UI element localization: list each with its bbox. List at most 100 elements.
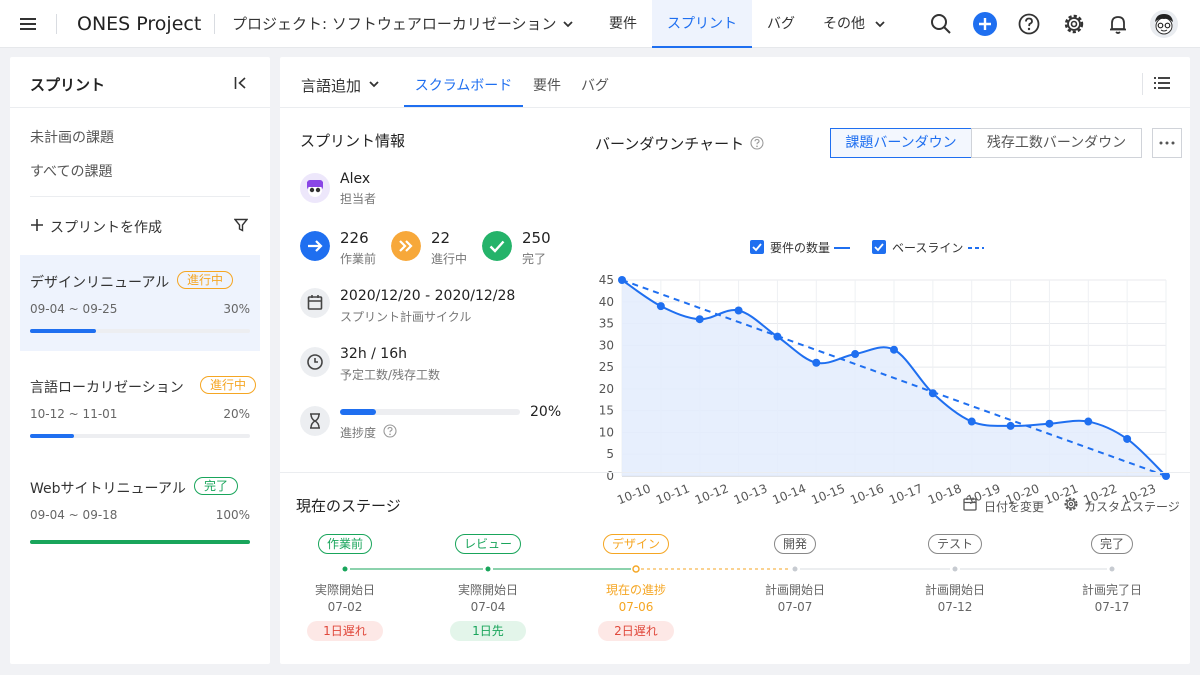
stage-title: 現在のステージ (296, 497, 401, 515)
sprint-name: 言語ローカリゼーション (30, 380, 184, 396)
stat-label-done: 完了 (522, 252, 547, 266)
stage-date-label: 現在の進捗 (605, 583, 667, 597)
chevron-down-icon[interactable] (368, 78, 380, 90)
status-badge: 進行中 (177, 271, 234, 289)
create-sprint-button[interactable]: スプリントを作成 (50, 217, 162, 237)
sidebar-item-unplanned[interactable]: 未計画の課題 (30, 127, 114, 147)
y-tick-label: 40 (599, 295, 614, 309)
y-tick-label: 10 (599, 425, 614, 439)
y-tick-label: 45 (599, 273, 614, 287)
stage-date-label: 計画開始日 (924, 583, 986, 597)
sprint-card-localization[interactable]: 言語ローカリゼーション 進行中 10-12 ~ 11-01 20% (20, 360, 260, 456)
search-icon[interactable] (930, 13, 952, 35)
y-tick-label: 15 (599, 404, 614, 418)
custom-stage-button[interactable]: カスタムステージ (1084, 498, 1180, 515)
data-point (890, 345, 898, 354)
language-dropdown[interactable]: 言語追加 (301, 75, 361, 96)
sprint-percent: 20% (223, 407, 250, 421)
chevron-down-icon[interactable] (562, 18, 574, 30)
overall-progress-bar (340, 409, 520, 415)
sprint-progress (30, 329, 250, 333)
sprint-info-title: スプリント情報 (300, 132, 406, 150)
legend-checkbox (750, 240, 764, 254)
stage-tag[interactable]: テスト (927, 534, 983, 554)
stat-label-todo: 作業前 (340, 252, 377, 266)
x-tick-label: 10-10 (615, 481, 653, 507)
tab-bugs[interactable]: バグ (581, 75, 609, 95)
stat-label-inprogress: 進行中 (431, 252, 468, 266)
stage-dot (952, 566, 958, 572)
chevron-down-icon[interactable] (874, 18, 886, 30)
calendar-icon (300, 288, 330, 318)
stage-tag[interactable]: 開発 (773, 534, 817, 554)
stage-dot (1109, 566, 1115, 572)
owner-name: Alex (340, 171, 371, 187)
data-point (967, 417, 976, 426)
plus-icon[interactable] (31, 219, 43, 231)
clock-icon (300, 347, 330, 377)
stage-date: 07-04 (470, 600, 506, 614)
change-date-button[interactable]: 日付を変更 (984, 498, 1044, 515)
x-tick-label: 10-14 (771, 481, 809, 507)
gear-icon[interactable] (1062, 12, 1086, 36)
nav-bugs[interactable]: バグ (758, 0, 804, 48)
sprint-sidebar: スプリント 未計画の課題 すべての課題 スプリントを作成 デザインリニューアル … (10, 57, 270, 664)
issue-burndown-button[interactable]: 課題バーンダウン (830, 128, 972, 158)
help-icon[interactable] (750, 136, 764, 150)
project-title[interactable]: プロジェクト: ソフトウェアローカリゼーション (232, 0, 557, 48)
y-tick-label: 30 (599, 338, 614, 352)
sprint-progress (30, 540, 250, 544)
stage-delay-badge: 2日遅れ (598, 621, 674, 641)
burndown-chart: 05101520253035404510-10 10-11 10-12 10-13 10… (599, 240, 1170, 507)
nav-requirements[interactable]: 要件 (596, 0, 650, 48)
collapse-icon[interactable] (234, 76, 248, 90)
list-view-icon[interactable] (1154, 76, 1170, 90)
data-point (851, 350, 860, 359)
sprint-card-website[interactable]: Webサイトリニューアル 完了 09-04 ~ 09-18 100% (20, 465, 260, 561)
x-tick-label: 10-17 (887, 481, 925, 507)
x-tick-label: 10-15 (809, 481, 847, 507)
stage-dot (485, 566, 491, 572)
more-options-button[interactable] (1152, 128, 1182, 158)
data-point (1123, 434, 1132, 443)
work-burndown-button[interactable]: 残存工数バーンダウン (971, 128, 1142, 158)
x-tick-label: 10-12 (693, 481, 731, 507)
sprint-percent: 100% (215, 508, 250, 522)
chart-title: バーンダウンチャート (595, 135, 745, 153)
data-point (812, 358, 821, 367)
top-bar: ONES Project プロジェクト: ソフトウェアローカリゼーション 要件 … (0, 0, 1200, 48)
y-tick-label: 25 (599, 360, 614, 374)
sprint-percent: 30% (223, 302, 250, 316)
avatar[interactable] (1150, 10, 1178, 38)
nav-sprint[interactable]: スプリント (652, 0, 752, 48)
sprint-card-design[interactable]: デザインリニューアル 進行中 09-04 ~ 09-25 30% (20, 255, 260, 351)
stage-tag[interactable]: 作業前 (317, 534, 373, 554)
tab-scrum-board[interactable]: スクラムボード (404, 75, 523, 107)
tab-requirements[interactable]: 要件 (533, 75, 561, 95)
menu-icon[interactable] (20, 16, 36, 32)
legend-checkbox (872, 240, 886, 254)
status-badge: 進行中 (200, 376, 257, 394)
help-icon[interactable] (1018, 13, 1040, 35)
help-icon[interactable] (383, 424, 397, 438)
stage-tag[interactable]: デザイン (602, 534, 670, 554)
bell-icon[interactable] (1107, 13, 1129, 35)
sidebar-item-all-issues[interactable]: すべての課題 (30, 161, 112, 181)
owner-role: 担当者 (340, 192, 377, 206)
data-point (1006, 421, 1015, 430)
calendar-icon[interactable] (963, 497, 977, 511)
gear-icon[interactable] (1063, 496, 1079, 512)
data-point (1045, 419, 1054, 428)
stat-value-done: 250 (522, 229, 551, 247)
stage-tag[interactable]: 完了 (1090, 534, 1134, 554)
sprint-range: 10-12 ~ 11-01 (30, 407, 118, 421)
hourglass-icon (300, 406, 330, 436)
stage-tag[interactable]: レビュー (454, 534, 522, 554)
sidebar-title: スプリント (30, 76, 106, 94)
nav-more[interactable]: その他 (823, 0, 865, 48)
add-icon[interactable] (973, 12, 997, 36)
overall-progress-label: 進捗度 (340, 426, 377, 440)
y-tick-label: 20 (599, 382, 614, 396)
filter-icon[interactable] (234, 218, 248, 232)
x-tick-label: 10-13 (732, 481, 770, 507)
